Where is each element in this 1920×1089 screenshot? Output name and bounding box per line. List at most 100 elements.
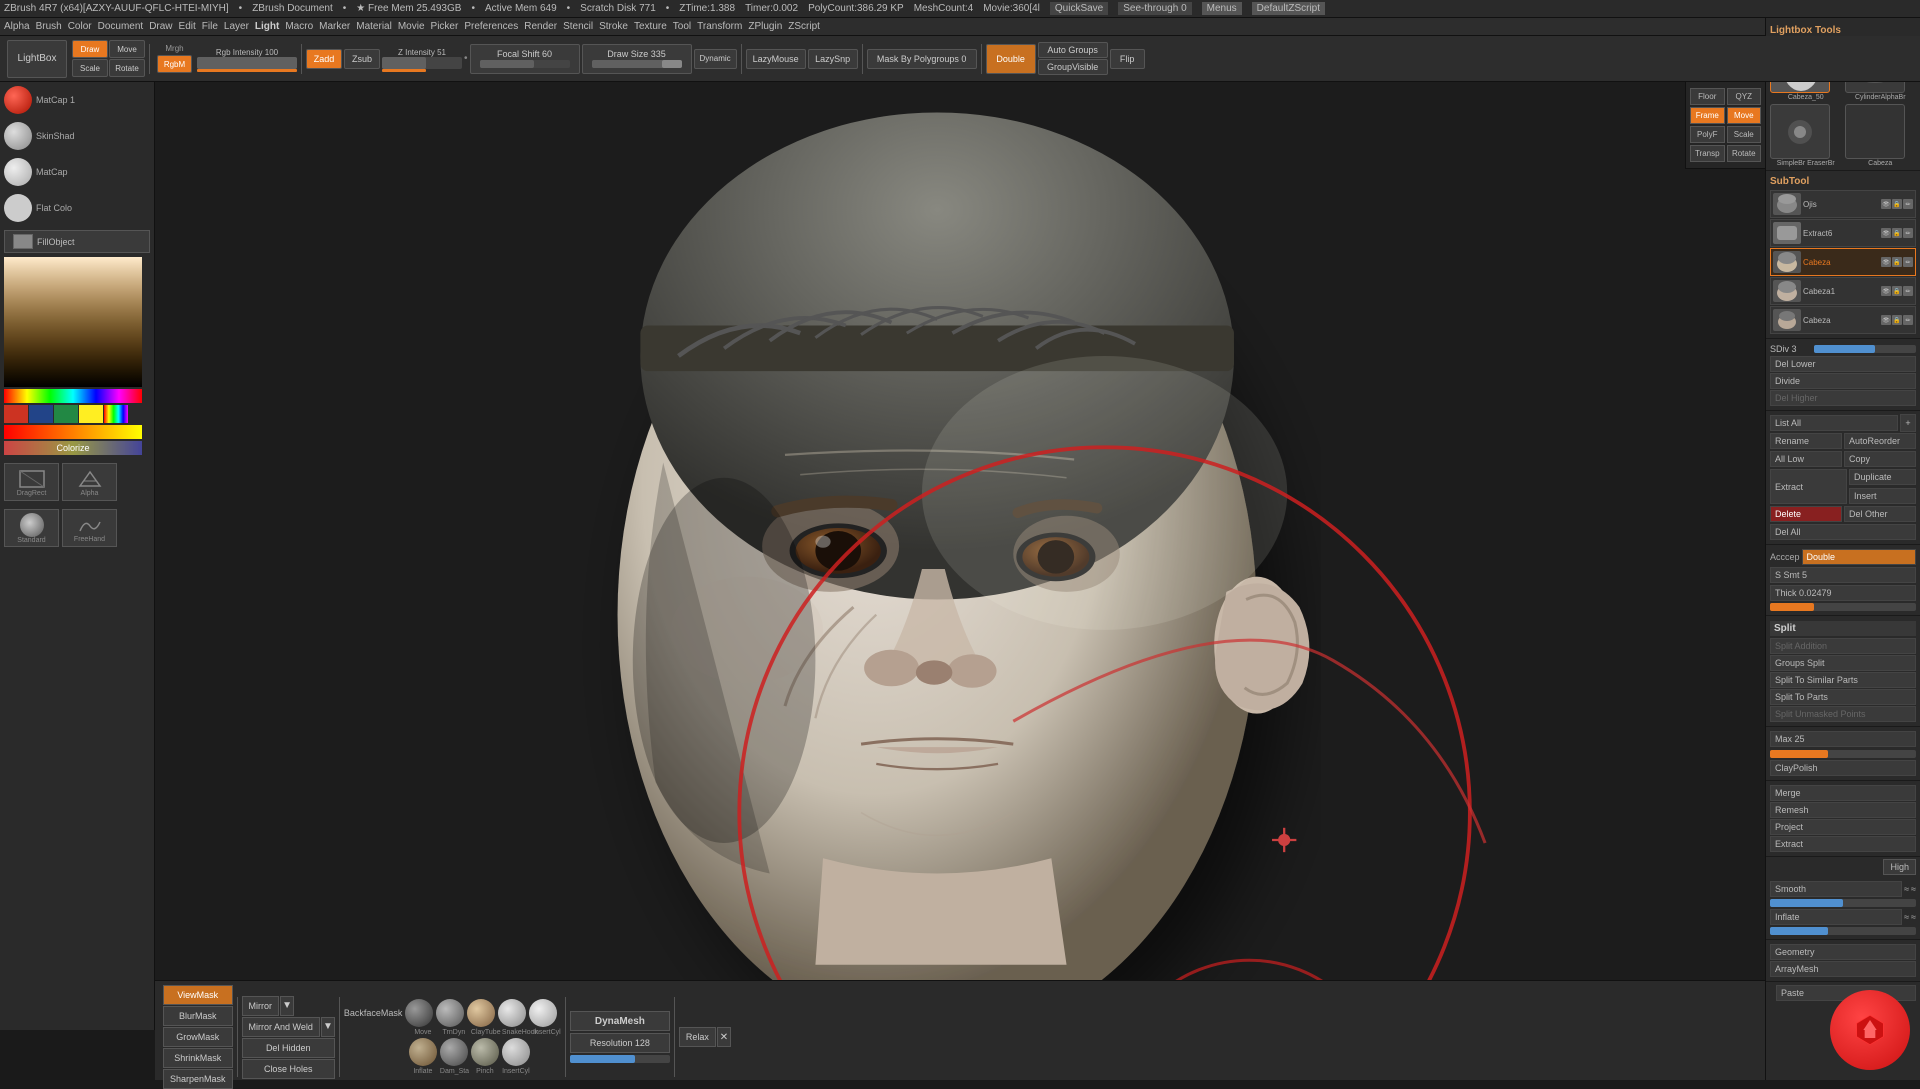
resolution-button[interactable]: Resolution 128 <box>570 1033 670 1053</box>
extract6-edit-icon[interactable]: ✏ <box>1903 228 1913 238</box>
menu-layer[interactable]: Layer <box>224 21 249 32</box>
menu-tool[interactable]: Tool <box>673 21 691 32</box>
remesh-button[interactable]: Remesh <box>1770 802 1916 818</box>
floor-button[interactable]: Floor <box>1690 88 1725 105</box>
swatch-rainbow[interactable] <box>104 405 128 423</box>
group-visible-button[interactable]: GroupVisible <box>1038 59 1108 75</box>
matcap2-ball[interactable] <box>4 158 32 186</box>
extract6-eye-icon[interactable]: 👁 <box>1881 228 1891 238</box>
nav-move-button[interactable]: Move <box>1727 107 1762 124</box>
default-zscript-btn[interactable]: DefaultZScript <box>1252 2 1325 15</box>
extract6-lock-icon[interactable]: 🔒 <box>1892 228 1902 238</box>
menu-document[interactable]: Document <box>98 21 144 32</box>
dynmesh-button[interactable]: DynaMesh <box>570 1011 670 1031</box>
flip-button[interactable]: Flip <box>1110 49 1145 69</box>
relax-close[interactable]: ✕ <box>717 1027 731 1047</box>
ojis-edit-icon[interactable]: ✏ <box>1903 199 1913 209</box>
sphere8[interactable] <box>471 1038 499 1066</box>
inflate-button[interactable]: Inflate <box>1770 909 1902 925</box>
lbx-thumb-3[interactable] <box>1770 104 1830 159</box>
sharpenmask-button[interactable]: SharpenMask <box>163 1069 233 1089</box>
extract2-button[interactable]: Extract <box>1770 836 1916 852</box>
split-unmasked-button[interactable]: Split Unmasked Points <box>1770 706 1916 722</box>
cabeza1-edit-icon[interactable]: ✏ <box>1903 286 1913 296</box>
thick-button[interactable]: Thick 0.02479 <box>1770 585 1916 601</box>
nav-rotate-button[interactable]: Rotate <box>1727 145 1762 162</box>
cabeza-edit-icon[interactable]: ✏ <box>1903 257 1913 267</box>
menu-transform[interactable]: Transform <box>697 21 742 32</box>
del-lower-button[interactable]: Del Lower <box>1770 356 1916 372</box>
list-all-button[interactable]: List All <box>1770 415 1898 431</box>
color-gradient-field[interactable] <box>4 257 142 387</box>
sphere4[interactable] <box>498 999 526 1027</box>
insert-button[interactable]: Insert <box>1849 488 1916 504</box>
list-all-arrow[interactable]: + <box>1900 414 1916 432</box>
freehand-btn[interactable]: FreeHand <box>62 509 117 547</box>
viewmask-button[interactable]: ViewMask <box>163 985 233 1005</box>
menus-btn[interactable]: Menus <box>1202 2 1242 15</box>
menu-color[interactable]: Color <box>68 21 92 32</box>
auto-reorder-button[interactable]: AutoReorder <box>1844 433 1916 449</box>
all-low-button[interactable]: All Low <box>1770 451 1842 467</box>
menu-light[interactable]: Light <box>255 21 279 32</box>
cabeza1-eye-icon[interactable]: 👁 <box>1881 286 1891 296</box>
swatch-red[interactable] <box>4 405 28 423</box>
skinshad-ball[interactable] <box>4 122 32 150</box>
frame-button[interactable]: Frame <box>1690 107 1725 124</box>
mask-polygroups-button[interactable]: Mask By Polygroups 0 <box>867 49 977 69</box>
split-similar-button[interactable]: Split To Similar Parts <box>1770 672 1916 688</box>
cabeza2-edit-icon[interactable]: ✏ <box>1903 315 1913 325</box>
max-slider[interactable] <box>1770 750 1916 758</box>
main-canvas[interactable] <box>155 82 1765 980</box>
lbx-thumb-4[interactable] <box>1845 104 1905 159</box>
cabeza2-lock-icon[interactable]: 🔒 <box>1892 315 1902 325</box>
scale-button[interactable]: Scale <box>72 59 108 77</box>
menu-edit[interactable]: Edit <box>179 21 196 32</box>
sphere9[interactable] <box>502 1038 530 1066</box>
del-all-button[interactable]: Del All <box>1770 524 1916 540</box>
growmask-button[interactable]: GrowMask <box>163 1027 233 1047</box>
mirror-button[interactable]: Mirror <box>242 996 280 1016</box>
color-picker[interactable]: Colorize <box>4 257 150 455</box>
menu-material[interactable]: Material <box>356 21 392 32</box>
ojis-eye-icon[interactable]: 👁 <box>1881 199 1891 209</box>
menu-zplugin[interactable]: ZPlugin <box>748 21 782 32</box>
del-other-button[interactable]: Del Other <box>1844 506 1916 522</box>
standard-btn[interactable]: Standard <box>4 509 59 547</box>
zsub-button[interactable]: Zsub <box>344 49 380 69</box>
mirror-arrow[interactable]: ▼ <box>280 996 294 1016</box>
quicksave-btn[interactable]: QuickSave <box>1050 2 1108 15</box>
menu-picker[interactable]: Picker <box>431 21 459 32</box>
menu-stencil[interactable]: Stencil <box>563 21 593 32</box>
shrinkmask-button[interactable]: ShrinkMask <box>163 1048 233 1068</box>
merge-button[interactable]: Merge <box>1770 785 1916 801</box>
subtool-cabeza1[interactable]: Cabeza1 👁 🔒 ✏ <box>1770 277 1916 305</box>
subtool-ojis[interactable]: Ojis 👁 🔒 ✏ <box>1770 190 1916 218</box>
groups-split-button[interactable]: Groups Split <box>1770 655 1916 671</box>
del-higher-button[interactable]: Del Higher <box>1770 390 1916 406</box>
alpha-btn[interactable]: Alpha <box>62 463 117 501</box>
cabeza-eye-icon[interactable]: 👁 <box>1881 257 1891 267</box>
menu-render[interactable]: Render <box>524 21 557 32</box>
menu-draw[interactable]: Draw <box>149 21 172 32</box>
inflate-slider[interactable] <box>1770 927 1916 935</box>
matcap1-ball[interactable] <box>4 86 32 114</box>
sphere7[interactable] <box>440 1038 468 1066</box>
dynamic-button[interactable]: Dynamic <box>694 49 737 69</box>
focal-shift-button[interactable]: Focal Shift 60 <box>470 44 580 74</box>
cabeza1-lock-icon[interactable]: 🔒 <box>1892 286 1902 296</box>
menu-texture[interactable]: Texture <box>634 21 667 32</box>
cabeza-lock-icon[interactable]: 🔒 <box>1892 257 1902 267</box>
menu-preferences[interactable]: Preferences <box>464 21 518 32</box>
sphere2[interactable] <box>436 999 464 1027</box>
nav-scale-button[interactable]: Scale <box>1727 126 1762 143</box>
menu-movie[interactable]: Movie <box>398 21 425 32</box>
array-mesh-button[interactable]: ArrayMesh <box>1770 961 1916 977</box>
menu-brush[interactable]: Brush <box>36 21 62 32</box>
project-button[interactable]: Project <box>1770 819 1916 835</box>
accept-double-button[interactable]: Double <box>1802 549 1916 565</box>
ssmt-button[interactable]: S Smt 5 <box>1770 567 1916 583</box>
cabeza2-eye-icon[interactable]: 👁 <box>1881 315 1891 325</box>
subtool-extract6[interactable]: Extract6 👁 🔒 ✏ <box>1770 219 1916 247</box>
resolution-slider[interactable] <box>570 1055 670 1063</box>
